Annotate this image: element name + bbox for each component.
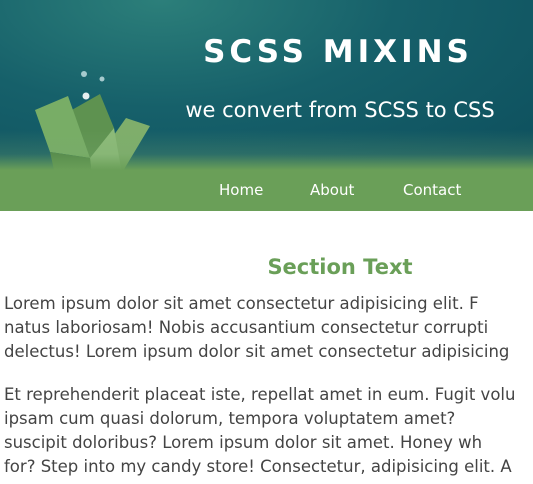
section-paragraph-2: Et reprehenderit placeat iste, repellat … xyxy=(4,383,533,479)
hero-banner: SCSS MIXINS we convert from SCSS to CSS xyxy=(0,0,533,170)
nav-contact-link[interactable]: Contact xyxy=(403,170,461,211)
grass-decoration xyxy=(0,130,533,170)
paragraph-line: for? Step into my candy store! Consectet… xyxy=(4,457,512,476)
paragraph-line: natus laboriosam! Nobis accusantium cons… xyxy=(4,318,489,337)
main-navigation: Home About Contact xyxy=(0,170,533,211)
paragraph-line: ipsam cum quasi dolorum, tempora volupta… xyxy=(4,409,456,428)
site-title: SCSS MIXINS xyxy=(203,34,473,70)
nav-about-link[interactable]: About xyxy=(310,170,354,211)
site-tagline: we convert from SCSS to CSS xyxy=(185,98,495,122)
paragraph-line: suscipit doloribus? Lorem ipsum dolor si… xyxy=(4,433,483,452)
section-paragraph-1: Lorem ipsum dolor sit amet consectetur a… xyxy=(4,292,533,364)
paragraph-line: Lorem ipsum dolor sit amet consectetur a… xyxy=(4,294,479,313)
section-title: Section Text xyxy=(267,255,413,279)
paragraph-line: delectus! Lorem ipsum dolor sit amet con… xyxy=(4,342,510,361)
nav-home-link[interactable]: Home xyxy=(219,170,263,211)
paragraph-line: Et reprehenderit placeat iste, repellat … xyxy=(4,385,516,404)
